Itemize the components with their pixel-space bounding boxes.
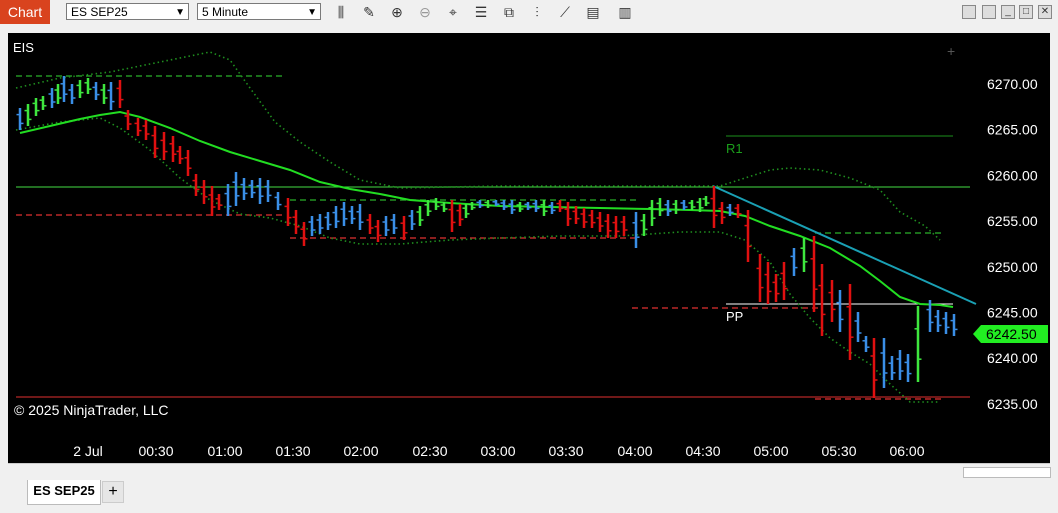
scroll-thumb[interactable] — [963, 467, 1051, 478]
time-tick-label: 06:00 — [889, 443, 924, 459]
crosshair-icon[interactable]: ⌖ — [444, 3, 462, 21]
minimize-button[interactable]: _ — [1001, 5, 1015, 19]
minimize-left-icon[interactable] — [962, 5, 976, 19]
time-tick-label: 04:00 — [617, 443, 652, 459]
time-tick-label: 03:00 — [480, 443, 515, 459]
price-tick-label: 6270.00 — [987, 76, 1038, 92]
time-tick-label: 01:30 — [275, 443, 310, 459]
trend-line — [712, 185, 977, 305]
instrument-selector[interactable]: ES SEP25 ▼ — [66, 3, 189, 20]
zoom-in-icon[interactable]: ⊕ — [388, 3, 406, 21]
copyright-text: © 2025 NinjaTrader, LLC — [14, 402, 169, 418]
time-tick-label: 2 Jul — [73, 443, 103, 459]
interval-selector[interactable]: 5 Minute ▼ — [197, 3, 321, 20]
crosshair-plus-icon: + — [947, 43, 955, 59]
pp-label: PP — [726, 309, 743, 324]
tab-es-sep25[interactable]: ES SEP25 — [27, 480, 101, 505]
maximize-button[interactable]: □ — [1019, 5, 1033, 19]
title-bar: Chart ES SEP25 ▼ 5 Minute ▼ ⫼ ✎ ⊕ ⊖ ⌖ ☰ ⧉ … — [0, 0, 1058, 24]
instrument-value: ES SEP25 — [71, 5, 128, 19]
bar-type-icon[interactable]: ⫼ — [332, 3, 350, 21]
price-tick-label: 6235.00 — [987, 396, 1038, 412]
price-axis: 6270.00 6265.00 6260.00 6255.00 6250.00 6245.… — [987, 76, 1038, 412]
chevron-down-icon: ▼ — [175, 7, 185, 18]
price-tick-label: 6245.00 — [987, 305, 1038, 321]
price-chart[interactable]: 6270.00 6265.00 6260.00 6255.00 6250.00 6245.… — [8, 33, 1050, 463]
chart-trader-icon[interactable]: ▥ — [616, 3, 634, 21]
templates-icon[interactable]: ⧉ — [500, 3, 518, 21]
chart-menu-button[interactable]: Chart — [0, 0, 50, 24]
tabs-bar — [0, 479, 1058, 513]
time-tick-label: 01:00 — [207, 443, 242, 459]
zoom-out-icon[interactable]: ⊖ — [416, 3, 434, 21]
current-price-label: 6242.50 — [986, 326, 1037, 342]
close-button[interactable]: ✕ — [1038, 5, 1052, 19]
indicators-icon[interactable]: ⫶ — [528, 3, 546, 21]
time-tick-label: 05:00 — [753, 443, 788, 459]
data-box-icon[interactable]: ▤ — [584, 3, 602, 21]
chart-panel[interactable]: 6270.00 6265.00 6260.00 6255.00 6250.00 6245.… — [8, 33, 1050, 463]
bollinger-lower — [15, 117, 940, 403]
time-tick-label: 04:30 — [685, 443, 720, 459]
time-axis: 2 Jul 00:30 01:00 01:30 02:00 02:30 03:00 03:30… — [73, 443, 925, 459]
price-tick-label: 6240.00 — [987, 350, 1038, 366]
current-price-marker: 6242.50 — [973, 325, 1048, 343]
time-tick-label: 05:30 — [821, 443, 856, 459]
interval-value: 5 Minute — [202, 5, 249, 19]
draw-pencil-icon[interactable]: ✎ — [360, 3, 378, 21]
price-tick-label: 6250.00 — [987, 259, 1038, 275]
price-tick-label: 6255.00 — [987, 213, 1038, 229]
properties-icon[interactable]: ☰ — [472, 3, 490, 21]
price-tick-label: 6260.00 — [987, 167, 1038, 183]
r1-label: R1 — [726, 141, 743, 156]
time-tick-label: 00:30 — [138, 443, 173, 459]
add-tab-button[interactable]: + — [102, 481, 124, 503]
time-tick-label: 03:30 — [548, 443, 583, 459]
strategies-icon[interactable]: ⟋ — [556, 3, 574, 21]
price-tick-label: 6265.00 — [987, 122, 1038, 138]
instrument-label: EIS — [13, 40, 34, 55]
horizontal-scrollbar[interactable] — [8, 463, 1051, 480]
time-tick-label: 02:30 — [412, 443, 447, 459]
time-tick-label: 02:00 — [343, 443, 378, 459]
chevron-down-icon: ▼ — [307, 7, 317, 18]
restore-icon[interactable] — [982, 5, 996, 19]
